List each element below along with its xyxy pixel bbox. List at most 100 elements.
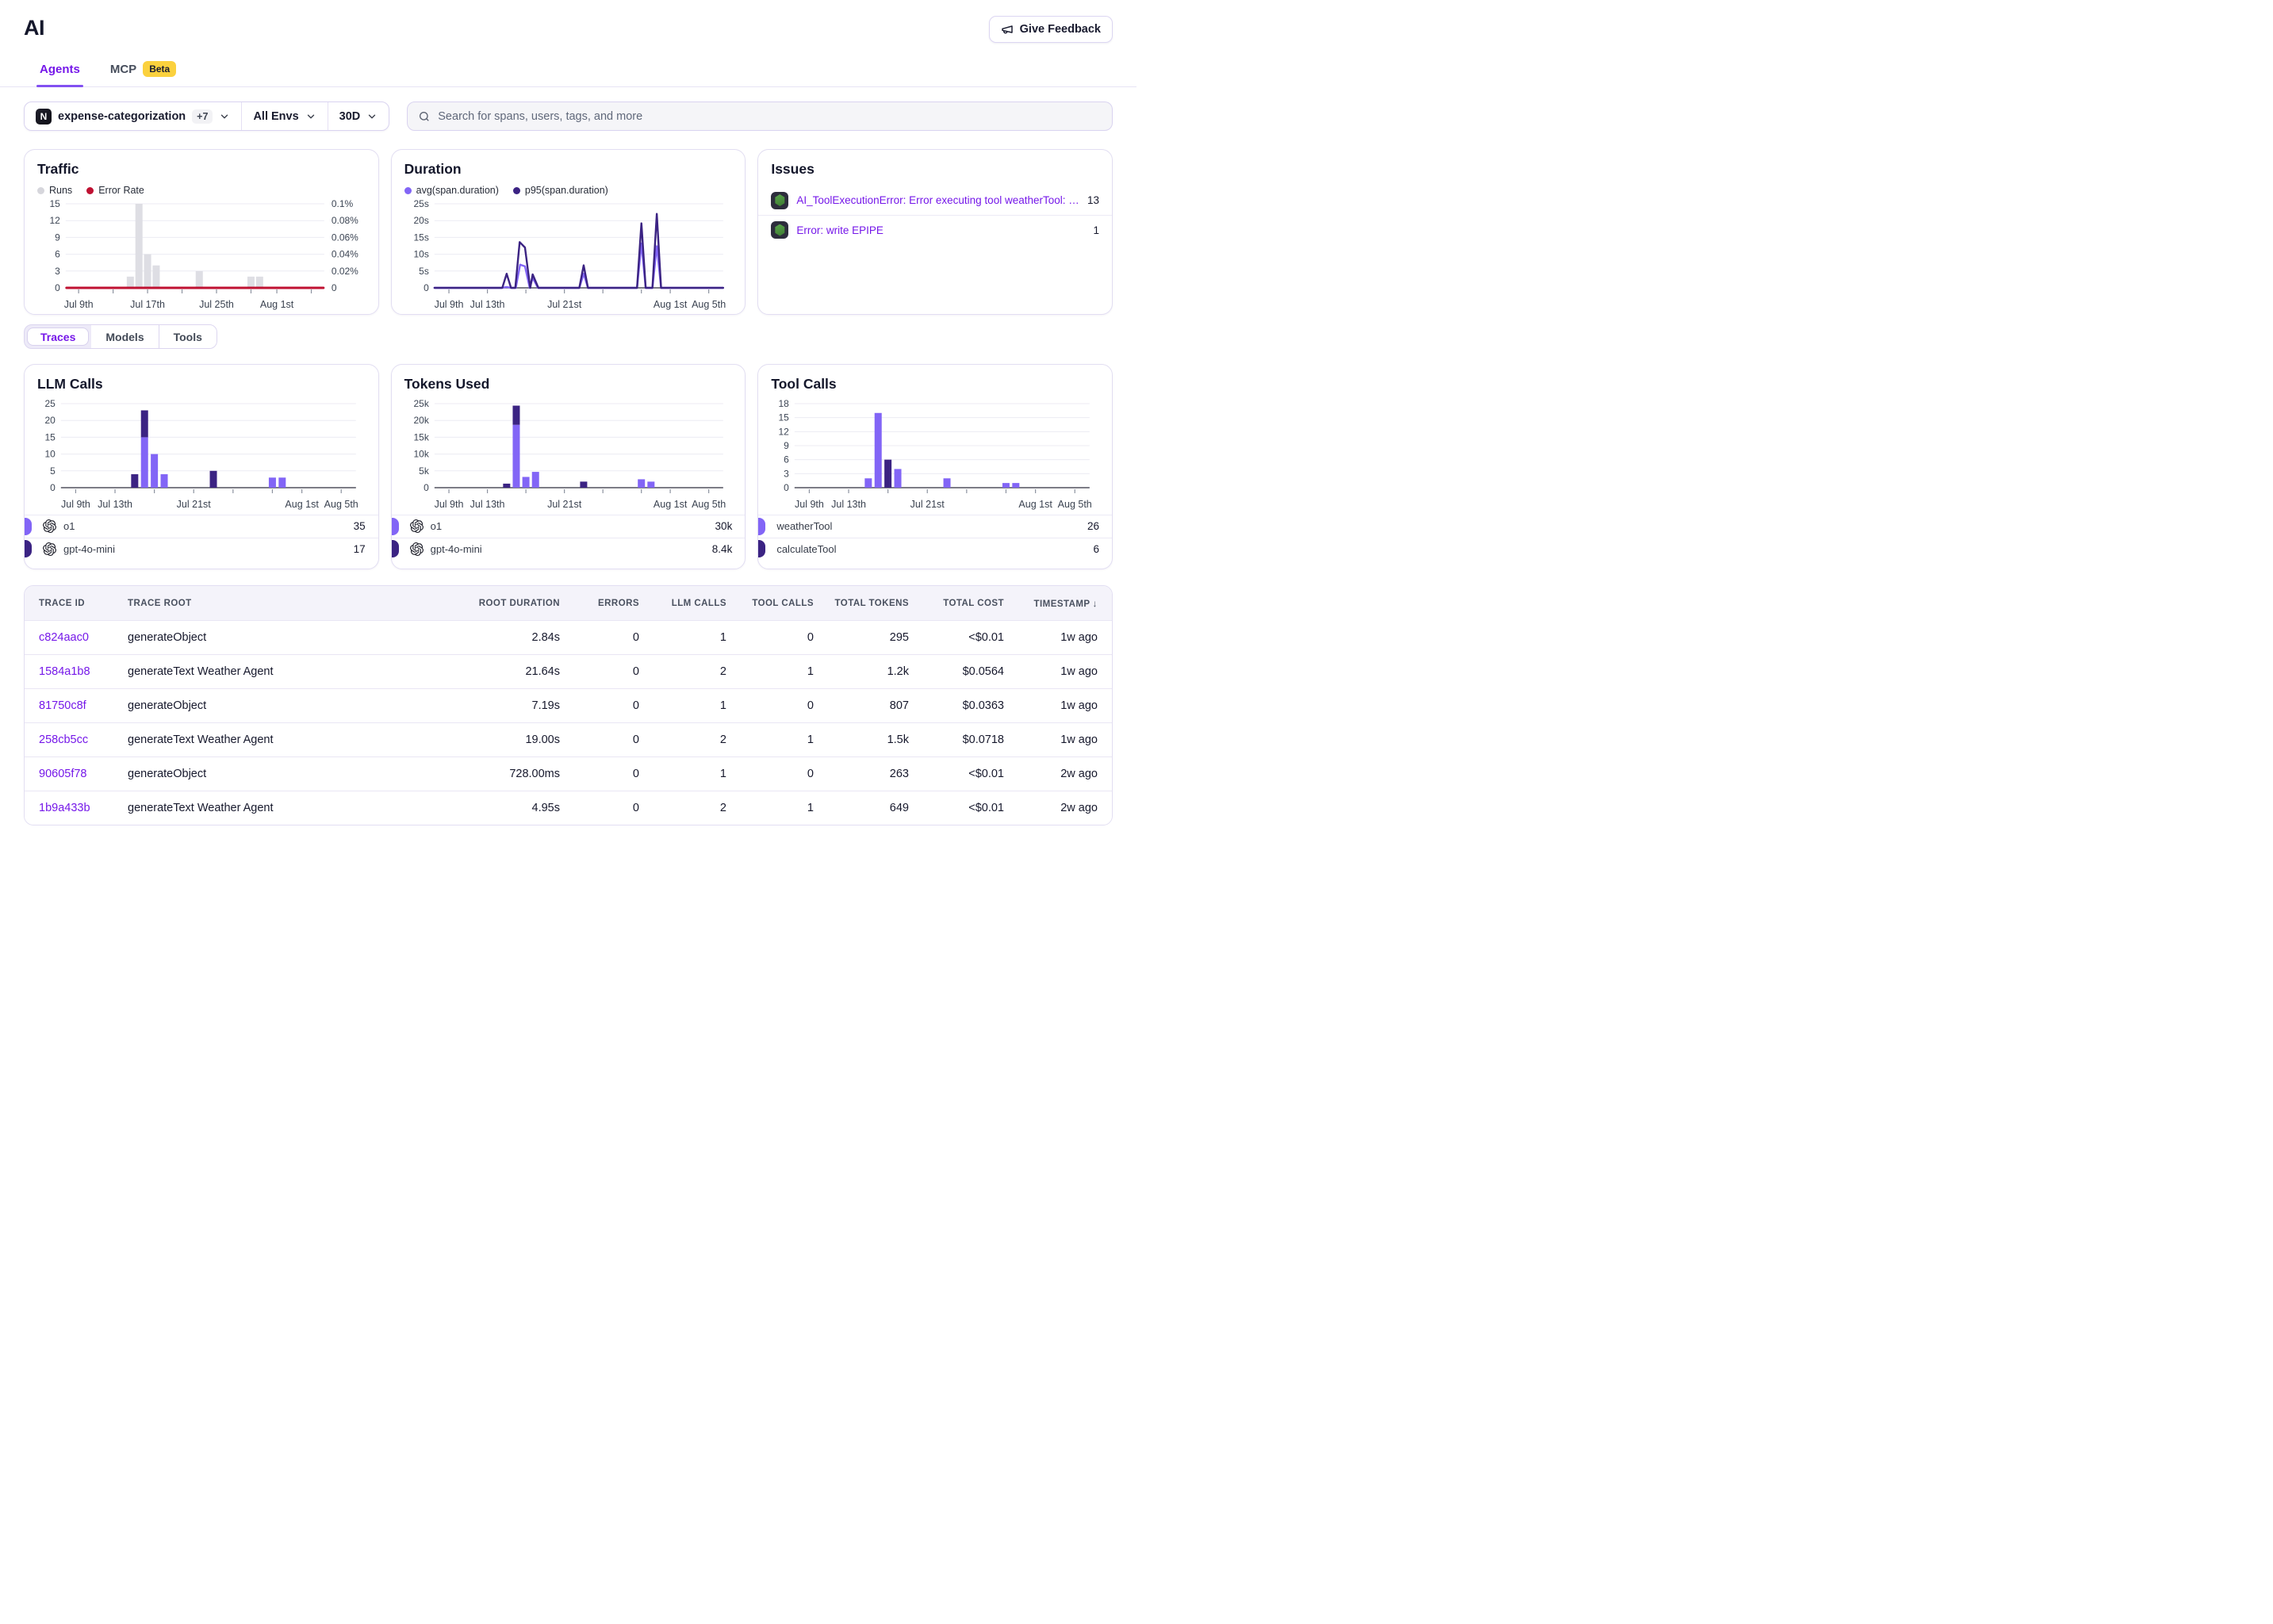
avg-legend-dot — [404, 187, 412, 194]
svg-text:15: 15 — [49, 198, 60, 209]
ai-dashboard-page: AI Give Feedback Agents MCP Beta N expen… — [0, 0, 1136, 825]
cell-trace_root: generateText Weather Agent — [128, 802, 417, 814]
date-range-selector[interactable]: 30D — [328, 102, 389, 130]
issue-gem-icon — [771, 192, 788, 209]
cell-tool_calls: 1 — [726, 802, 814, 814]
filter-group: N expense-categorization +7 All Envs 30D — [24, 102, 389, 131]
cell-errors: 0 — [560, 733, 639, 746]
llm-calls-chart: 0510152025Jul 9thJul 13thJul 21stAug 1st… — [25, 396, 378, 515]
legend-row-gpt-4o-mini[interactable]: gpt-4o-mini 8.4k — [392, 538, 746, 561]
col-root_duration[interactable]: ROOT DURATION — [417, 599, 560, 608]
tab-mcp[interactable]: MCP Beta — [109, 54, 178, 86]
cell-timestamp: 2w ago — [1004, 802, 1098, 814]
svg-text:Jul 25th: Jul 25th — [199, 299, 234, 310]
col-tool_calls[interactable]: TOOL CALLS — [726, 599, 814, 608]
trace-row[interactable]: 1584a1b8generateText Weather Agent21.64s… — [25, 654, 1112, 688]
legend-row-o1[interactable]: o1 30k — [392, 515, 746, 538]
svg-text:5: 5 — [50, 465, 56, 477]
col-timestamp[interactable]: TIMESTAMP↓ — [1004, 598, 1098, 609]
svg-text:Jul 9th: Jul 9th — [61, 499, 90, 510]
legend-row-weathertool[interactable]: weatherTool 26 — [758, 515, 1112, 538]
p95-legend-label: p95(span.duration) — [525, 185, 608, 196]
cell-tool_calls: 0 — [726, 631, 814, 644]
cell-total_cost: $0.0564 — [909, 665, 1004, 678]
col-trace_id[interactable]: TRACE ID — [39, 599, 128, 608]
col-trace_root[interactable]: TRACE ROOT — [128, 599, 417, 608]
cell-tool_calls: 0 — [726, 768, 814, 780]
cell-root_duration: 21.64s — [417, 665, 560, 678]
svg-text:Aug 5th: Aug 5th — [692, 499, 726, 510]
trace-row[interactable]: 1b9a433bgenerateText Weather Agent4.95s0… — [25, 791, 1112, 825]
cell-trace_id[interactable]: 1584a1b8 — [39, 665, 128, 678]
series-value: 30k — [715, 520, 733, 532]
tab-traces[interactable]: Traces — [27, 327, 89, 346]
issue-row[interactable]: AI_ToolExecutionError: Error executing t… — [758, 186, 1112, 215]
trace-row[interactable]: 90605f78generateObject728.00ms010263<$0.… — [25, 756, 1112, 791]
svg-text:Jul 9th: Jul 9th — [434, 499, 463, 510]
cell-llm_calls: 2 — [639, 733, 726, 746]
col-errors[interactable]: ERRORS — [560, 599, 639, 608]
trace-row[interactable]: 81750c8fgenerateObject7.19s010807$0.0363… — [25, 688, 1112, 722]
project-name: expense-categorization — [58, 110, 186, 123]
tool-calls-title: Tool Calls — [758, 365, 1112, 393]
svg-text:0.06%: 0.06% — [332, 232, 358, 243]
cell-timestamp: 1w ago — [1004, 665, 1098, 678]
cell-trace_root: generateText Weather Agent — [128, 665, 417, 678]
search-input[interactable] — [438, 110, 1102, 123]
svg-text:Aug 5th: Aug 5th — [1058, 499, 1092, 510]
tab-agents[interactable]: Agents — [38, 54, 82, 86]
svg-text:9: 9 — [55, 232, 60, 243]
issue-link[interactable]: AI_ToolExecutionError: Error executing t… — [796, 194, 1079, 206]
project-selector[interactable]: N expense-categorization +7 — [25, 102, 242, 130]
cell-errors: 0 — [560, 631, 639, 644]
issue-row[interactable]: Error: write EPIPE 1 — [758, 215, 1112, 244]
tokens-used-card: Tokens Used 05k10k15k20k25kJul 9thJul 13… — [391, 364, 746, 569]
trace-row[interactable]: c824aac0generateObject2.84s010295<$0.011… — [25, 620, 1112, 654]
col-total_tokens[interactable]: TOTAL TOKENS — [814, 599, 909, 608]
cell-llm_calls: 2 — [639, 802, 726, 814]
legend-row-o1[interactable]: o1 35 — [25, 515, 378, 538]
svg-text:9: 9 — [784, 440, 789, 451]
svg-text:0: 0 — [784, 482, 789, 493]
project-extra-count: +7 — [192, 109, 213, 124]
top-bar: AI Give Feedback — [24, 0, 1113, 43]
search-box[interactable] — [407, 102, 1113, 131]
cell-trace_id[interactable]: c824aac0 — [39, 631, 128, 644]
legend-row-gpt-4o-mini[interactable]: gpt-4o-mini 17 — [25, 538, 378, 561]
svg-text:Aug 1st: Aug 1st — [285, 499, 319, 510]
svg-text:25k: 25k — [413, 398, 429, 409]
cell-trace_id[interactable]: 81750c8f — [39, 699, 128, 712]
project-logo-icon: N — [36, 109, 52, 124]
svg-text:0: 0 — [424, 482, 429, 493]
svg-text:20s: 20s — [413, 215, 428, 226]
tab-mcp-label: MCP — [110, 63, 136, 76]
col-total_cost[interactable]: TOTAL COST — [909, 599, 1004, 608]
megaphone-icon — [1001, 23, 1014, 36]
svg-text:Jul 9th: Jul 9th — [434, 299, 463, 310]
cell-trace_id[interactable]: 1b9a433b — [39, 802, 128, 814]
tab-tools[interactable]: Tools — [159, 325, 217, 348]
cell-trace_id[interactable]: 258cb5cc — [39, 733, 128, 746]
svg-text:25s: 25s — [413, 198, 428, 209]
cell-llm_calls: 1 — [639, 631, 726, 644]
env-selector[interactable]: All Envs — [242, 102, 328, 130]
svg-text:15k: 15k — [413, 431, 429, 442]
svg-text:Jul 13th: Jul 13th — [831, 499, 866, 510]
cell-trace_id[interactable]: 90605f78 — [39, 768, 128, 780]
svg-text:Jul 9th: Jul 9th — [64, 299, 94, 310]
cell-llm_calls: 1 — [639, 768, 726, 780]
traffic-title: Traffic — [25, 150, 378, 178]
cell-total_cost: <$0.01 — [909, 631, 1004, 644]
svg-text:Aug 1st: Aug 1st — [654, 299, 688, 310]
svg-text:0: 0 — [332, 282, 337, 293]
issue-list: AI_ToolExecutionError: Error executing t… — [758, 186, 1112, 244]
series-color-chip — [758, 540, 765, 557]
svg-text:Jul 13th: Jul 13th — [470, 499, 504, 510]
tab-models[interactable]: Models — [91, 325, 158, 348]
legend-row-calculatetool[interactable]: calculateTool 6 — [758, 538, 1112, 561]
col-llm_calls[interactable]: LLM CALLS — [639, 599, 726, 608]
duration-legend: avg(span.duration) p95(span.duration) — [392, 178, 746, 196]
trace-row[interactable]: 258cb5ccgenerateText Weather Agent19.00s… — [25, 722, 1112, 756]
issue-link[interactable]: Error: write EPIPE — [796, 224, 1085, 236]
give-feedback-button[interactable]: Give Feedback — [989, 16, 1113, 43]
